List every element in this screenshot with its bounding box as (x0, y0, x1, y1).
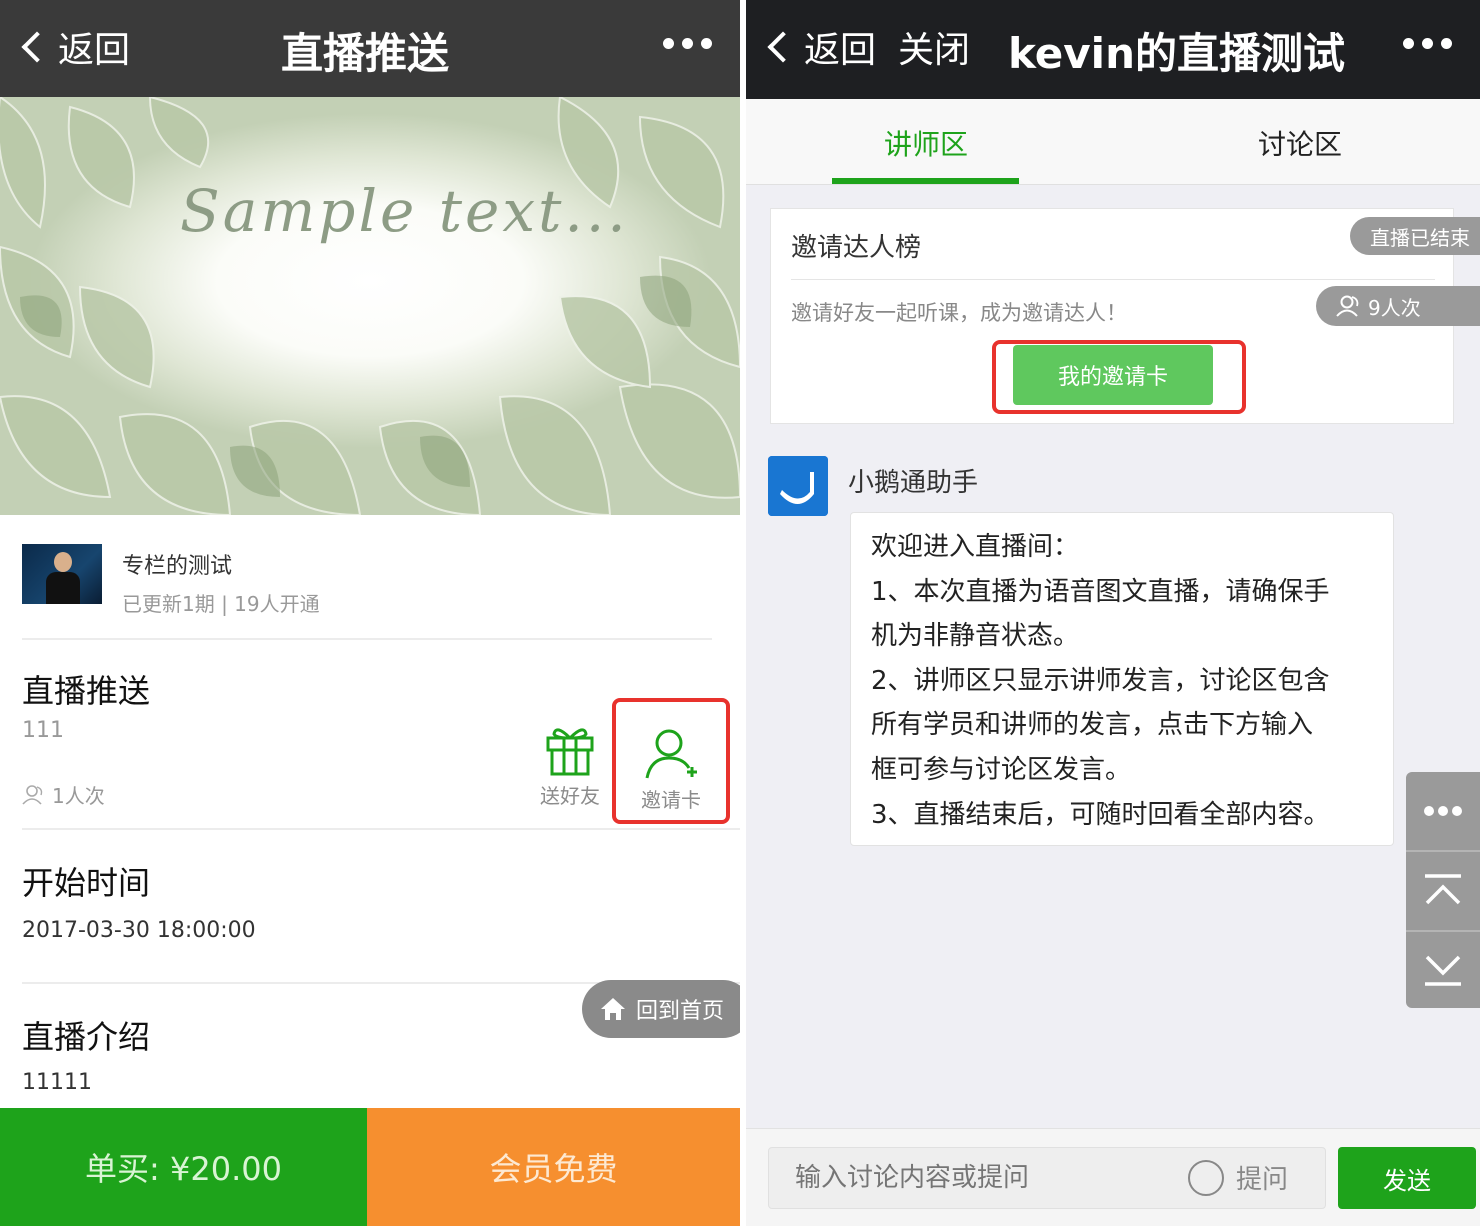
message-line: 机为非静音状态。 (871, 621, 1080, 652)
message-line: 欢迎进入直播间： (871, 532, 1080, 562)
card-title: 邀请达人榜 (791, 233, 922, 263)
message-line: 3、直播结束后，可随时回看全部内容。 (871, 799, 1330, 830)
send-friend-label: 送好友 (540, 784, 600, 808)
view-count: 1人次 (22, 780, 105, 809)
active-tab-indicator (832, 178, 1019, 184)
message-bubble: 欢迎进入直播间： 1、本次直播为语音图文直播，请确保手 机为非静音状态。 2、讲… (850, 512, 1394, 846)
home-label: 回到首页 (636, 999, 725, 1024)
scroll-top-icon[interactable] (1406, 850, 1480, 928)
live-room-screen: 返回 关闭 kevin的直播测试 讲师区 讨论区 邀请达人榜 邀请好友一起听课，… (746, 0, 1480, 1226)
intro-value: 11111 (22, 1070, 92, 1095)
cover-banner: Sample text... (0, 97, 740, 515)
scroll-bottom-icon[interactable] (1406, 930, 1480, 1008)
back-button[interactable]: 返回 关闭 (764, 22, 970, 72)
add-user-icon (645, 729, 697, 779)
people-icon (1336, 295, 1359, 317)
tab-discussion[interactable]: 讨论区 (1258, 123, 1342, 163)
send-friend-button[interactable]: 送好友 (534, 722, 606, 809)
message-line: 1、本次直播为语音图文直播，请确保手 (871, 576, 1330, 607)
start-time-heading: 开始时间 (22, 864, 151, 902)
sender-name: 小鹅通助手 (848, 468, 979, 498)
purchase-bar: 单买: ¥20.00 会员免费 (0, 1108, 740, 1226)
more-dots-icon[interactable] (1406, 772, 1480, 850)
intro-heading: 直播介绍 (22, 1018, 151, 1056)
live-detail-screen: 返回 直播推送 Sample text... 专栏的测试 已更新1期 | 19人… (0, 0, 740, 1226)
ask-toggle[interactable]: 提问 (1188, 1159, 1288, 1196)
chevron-left-icon (767, 31, 799, 63)
home-button[interactable]: 回到首页 (582, 980, 740, 1038)
message-line: 2、讲师区只显示讲师发言，讨论区包含 (871, 665, 1330, 696)
message-line: 框可参与讨论区发言。 (871, 754, 1132, 785)
goose-logo-icon (768, 456, 828, 516)
send-button[interactable]: 发送 (1338, 1147, 1476, 1209)
column-thumbnail (22, 544, 102, 604)
home-icon (601, 998, 625, 1020)
view-count-text: 1人次 (52, 784, 105, 808)
divider (791, 279, 1435, 280)
ask-label: 提问 (1236, 1165, 1289, 1195)
tab-lecturer[interactable]: 讲师区 (884, 123, 968, 163)
radio-icon[interactable] (1188, 1159, 1224, 1196)
divider (22, 828, 740, 830)
status-badge: 直播已结束 (1350, 217, 1480, 255)
close-button[interactable]: 关闭 (898, 21, 970, 73)
column-item[interactable]: 专栏的测试 已更新1期 | 19人开通 (22, 544, 712, 640)
people-icon (22, 784, 43, 805)
back-label: 返回 (804, 30, 877, 71)
card-description: 邀请好友一起听课，成为邀请达人！ (791, 301, 1127, 325)
page-title: kevin的直播测试 (1008, 29, 1345, 78)
tab-bar: 讲师区 讨论区 (746, 99, 1480, 185)
gift-icon (546, 728, 594, 776)
column-meta: 已更新1期 | 19人开通 (122, 592, 320, 616)
more-dots-icon[interactable] (1403, 38, 1452, 49)
page-title: 直播推送 (280, 29, 449, 78)
live-title: 直播推送 (22, 672, 151, 710)
start-time-value: 2017-03-30 18:00:00 (22, 918, 256, 943)
view-count-badge: 9人次 (1316, 286, 1480, 326)
navbar: 返回 直播推送 (0, 0, 740, 97)
banner-text: Sample text... (180, 177, 629, 245)
invite-card-label: 邀请卡 (641, 788, 701, 812)
column-title: 专栏的测试 (122, 554, 233, 579)
side-toolbar (1406, 772, 1480, 1008)
more-dots-icon[interactable] (663, 38, 712, 49)
buy-single-button[interactable]: 单买: ¥20.00 (0, 1108, 367, 1226)
member-free-button[interactable]: 会员免费 (367, 1108, 740, 1226)
view-count-text: 9人次 (1368, 295, 1421, 320)
highlight-box (992, 340, 1246, 414)
live-description: 111 (22, 718, 64, 743)
invite-card-button[interactable]: 邀请卡 (612, 698, 730, 824)
avatar[interactable] (768, 456, 828, 516)
message-line: 所有学员和讲师的发言，点击下方输入 (871, 710, 1314, 741)
input-bar: 提问 发送 (746, 1128, 1480, 1226)
navbar: 返回 关闭 kevin的直播测试 (746, 0, 1480, 99)
leaf-pattern (0, 97, 740, 515)
